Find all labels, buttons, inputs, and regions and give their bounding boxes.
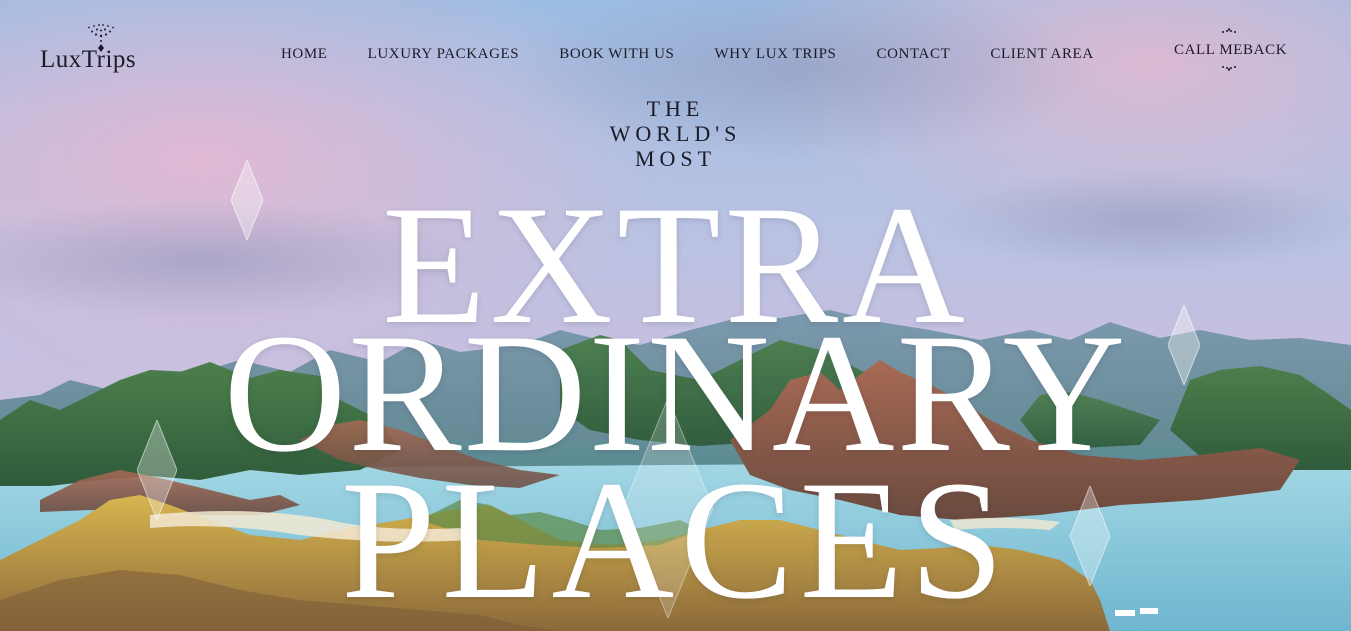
luxtrips-logo[interactable]: LuxTrips (40, 22, 164, 88)
ornament-bottom-icon (1222, 66, 1236, 71)
diamond-sparkle-icon (623, 398, 713, 618)
nav-item-luxury-packages[interactable]: LUXURY PACKAGES (368, 46, 520, 63)
nav-item-home[interactable]: HOME (281, 46, 328, 63)
nav-item-book-with-us[interactable]: BOOK WITH US (559, 46, 674, 63)
ornament-top-icon (1222, 28, 1236, 33)
hero-section: LuxTrips HOME LUXURY PACKAGES BOOK WITH … (0, 0, 1351, 631)
tagline-line-1: THE (646, 96, 705, 121)
diamond-sparkle-icon (1070, 486, 1110, 586)
call-me-back-label: CALL MEBACK (1174, 42, 1288, 58)
tagline-line-3: MOST (634, 146, 717, 171)
call-me-back-button[interactable]: CALL MEBACK (1174, 28, 1288, 84)
hero-tagline: THE WORLD'S MOST (0, 96, 1351, 171)
main-navigation: HOME LUXURY PACKAGES BOOK WITH US WHY LU… (281, 46, 1094, 63)
nav-item-why-lux-trips[interactable]: WHY LUX TRIPS (715, 46, 837, 63)
nav-item-contact[interactable]: CONTACT (877, 46, 951, 63)
diamond-sparkle-icon (137, 420, 177, 520)
tagline-line-2: WORLD'S (609, 121, 742, 146)
nav-item-client-area[interactable]: CLIENT AREA (990, 46, 1093, 63)
diamond-sparkle-icon (231, 160, 263, 240)
logo-wordmark: LuxTrips (40, 46, 137, 73)
diamond-sparkle-icon (1168, 305, 1200, 385)
